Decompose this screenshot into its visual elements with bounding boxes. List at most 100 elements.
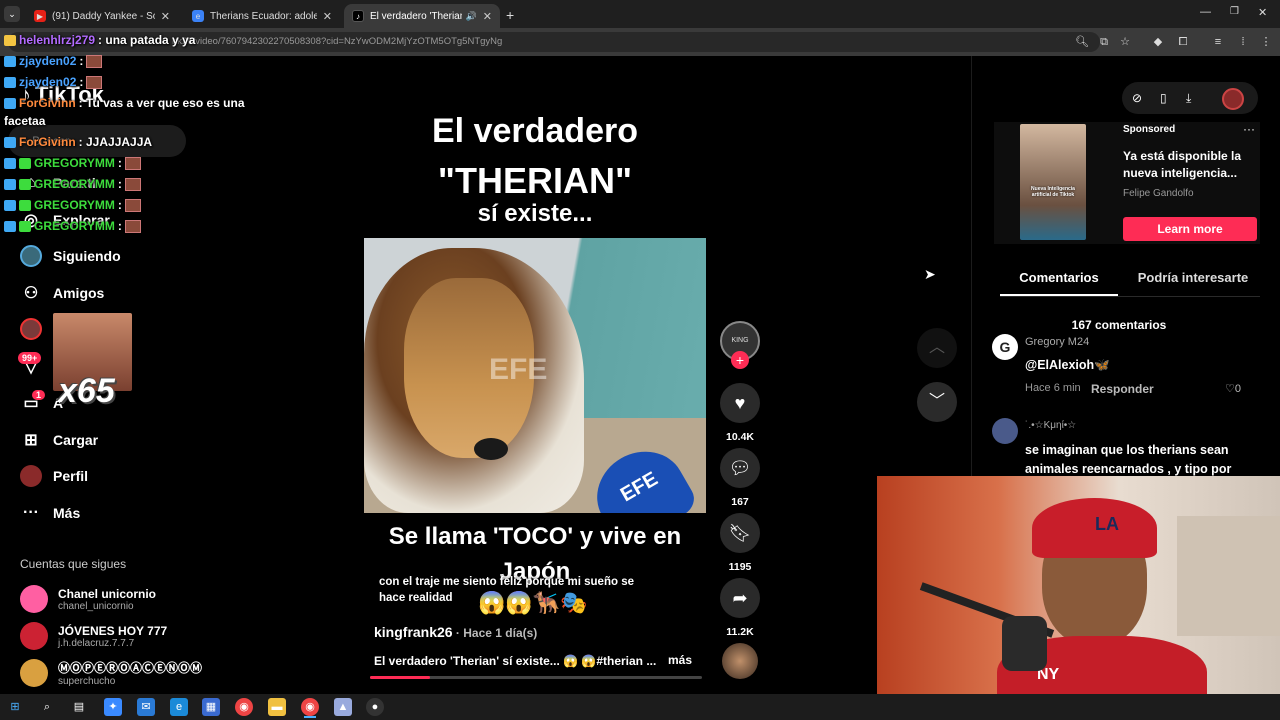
browser-tab[interactable]: ▶(91) Daddy Yankee - Somos de✕ bbox=[26, 4, 178, 28]
ad-title: Ya está disponible la nueva inteligencia… bbox=[1123, 149, 1242, 180]
progress-track[interactable] bbox=[370, 676, 702, 679]
shelf bbox=[1177, 516, 1280, 636]
chat-message: helenhlrzj279: una patada y ya bbox=[4, 33, 195, 47]
menu-icon[interactable]: ⋮ bbox=[1258, 34, 1274, 50]
emote-icon bbox=[124, 156, 141, 170]
avatar bbox=[20, 659, 48, 687]
followed-account[interactable]: JÓVENES HOY 777 j.h.delacruz.7.7.7 bbox=[20, 622, 167, 650]
nav-following[interactable]: Siguiendo bbox=[20, 245, 121, 267]
comment-like-button[interactable]: ♡0 bbox=[1225, 382, 1241, 395]
comment-user[interactable]: ˙.•☆Kμηί•☆ bbox=[1025, 420, 1076, 431]
watermark: EFE bbox=[489, 353, 548, 386]
nav-upload[interactable]: ⊞ Cargar bbox=[20, 429, 98, 451]
video-description: El verdadero 'Therian' sí existe... 😱 😱#… bbox=[374, 654, 657, 668]
tab-comments[interactable]: Comentarios bbox=[1000, 270, 1118, 285]
comment-avatar[interactable] bbox=[992, 418, 1018, 444]
comment-button[interactable]: 💬︎ 167 bbox=[720, 448, 760, 508]
chrome-active-icon[interactable]: ◉ bbox=[301, 698, 319, 716]
minimize-button[interactable]: — bbox=[1200, 6, 1211, 18]
video-subtitle-2: hace realidad bbox=[379, 592, 453, 604]
nav-friends[interactable]: ⚇ Amigos bbox=[20, 282, 105, 304]
ad-label: Sponsored bbox=[1123, 124, 1176, 135]
folder-icon[interactable]: ▬ bbox=[268, 698, 286, 716]
badge-icon bbox=[19, 178, 31, 190]
like-button[interactable]: ♥ 10.4K bbox=[720, 383, 760, 443]
learn-more-button[interactable]: Learn more bbox=[1123, 217, 1257, 241]
profile-avatar-icon[interactable] bbox=[1222, 88, 1244, 110]
save-button[interactable]: 🔖︎ 1195 bbox=[720, 513, 760, 573]
video-emoji: 😱😱🐕‍🦺🎭 bbox=[478, 590, 588, 615]
audio-icon[interactable]: 🔊 bbox=[466, 11, 477, 22]
nav-profile[interactable]: Perfil bbox=[20, 465, 88, 487]
reply-button[interactable]: Responder bbox=[1091, 382, 1154, 396]
video-author[interactable]: kingfrank26 bbox=[374, 624, 453, 640]
following-title: Cuentas que sigues bbox=[20, 557, 127, 571]
browser-tab[interactable]: eTherians Ecuador: adolescente✕ bbox=[184, 4, 340, 28]
tab-search-button[interactable]: ⌄ bbox=[4, 6, 20, 22]
emote-icon bbox=[124, 198, 141, 212]
puzzle-icon[interactable]: ⧠ bbox=[1175, 34, 1191, 50]
friends-icon: ⚇ bbox=[23, 285, 39, 302]
ad-options-icon[interactable]: ··· bbox=[1243, 122, 1255, 136]
sound-avatar[interactable] bbox=[722, 643, 758, 679]
next-video-button[interactable]: ﹀ bbox=[917, 382, 957, 422]
comment-text: se imaginan que los therians sean animal… bbox=[1025, 443, 1232, 476]
browser-tab-active[interactable]: ♪El verdadero 'Therian' sí exi🔊✕ bbox=[344, 4, 500, 28]
upload-icon: ⊞ bbox=[24, 432, 38, 449]
restore-button[interactable]: ❐ bbox=[1230, 6, 1239, 17]
share-button[interactable]: ➦ 11.2K bbox=[720, 578, 760, 638]
badge-icon bbox=[4, 136, 16, 148]
zoom-icon[interactable]: 🔍︎ bbox=[1074, 34, 1090, 50]
progress-fill bbox=[370, 676, 430, 679]
ad-thumbnail[interactable]: Nueva Inteligencia artificial de Tiktok bbox=[1020, 124, 1086, 240]
coins-icon[interactable]: ⊘ bbox=[1132, 91, 1142, 105]
nav-live[interactable] bbox=[20, 318, 53, 340]
follow-button[interactable]: + bbox=[731, 351, 749, 369]
close-icon[interactable]: ✕ bbox=[161, 10, 170, 23]
video-author-line: kingfrank26 · Hace 1 día(s) bbox=[374, 624, 538, 640]
cap-logo: LA bbox=[1095, 514, 1119, 534]
download-icon[interactable]: ⤓ bbox=[1186, 91, 1191, 106]
copilot-icon[interactable]: ✦ bbox=[104, 698, 122, 716]
badge-icon bbox=[4, 34, 16, 46]
more-link[interactable]: más bbox=[668, 653, 692, 667]
store-icon[interactable]: ▦ bbox=[202, 698, 220, 716]
right-panel bbox=[971, 56, 1280, 476]
obs-icon[interactable]: ● bbox=[366, 698, 384, 716]
comment-avatar[interactable]: G bbox=[992, 334, 1018, 360]
comment-text: @ElAlexioh🦋 bbox=[1025, 358, 1110, 372]
tab-interest[interactable]: Podría interesarte bbox=[1126, 270, 1260, 285]
comments-count: 167 comentarios bbox=[1071, 318, 1167, 332]
app-icon[interactable]: ▲ bbox=[334, 698, 352, 716]
followed-account[interactable]: ⓂⓄⓅⒺⓇⓄⒶⒸⒺⓃⓄⓂ superchucho bbox=[20, 659, 202, 687]
device-icon[interactable]: ▯ bbox=[1160, 91, 1167, 105]
windows-start-icon[interactable]: ⊞ bbox=[6, 698, 24, 716]
site-icon: e bbox=[192, 10, 204, 22]
avatar bbox=[20, 585, 48, 613]
badge-icon bbox=[4, 76, 16, 88]
badge-icon bbox=[4, 55, 16, 67]
close-icon[interactable]: ✕ bbox=[323, 10, 332, 23]
nav-more[interactable]: ··· Más bbox=[20, 502, 80, 524]
screen-icon[interactable]: ⧉ bbox=[1096, 34, 1112, 50]
mail-icon[interactable]: ✉ bbox=[137, 698, 155, 716]
previous-video-button[interactable]: ︿ bbox=[917, 328, 957, 368]
search-icon[interactable]: ⌕ bbox=[38, 698, 56, 716]
extension-icon[interactable]: ◆ bbox=[1150, 34, 1166, 50]
new-tab-button[interactable]: + bbox=[506, 7, 514, 23]
media-icon[interactable]: ≡ bbox=[1210, 34, 1226, 50]
close-window-button[interactable]: ✕ bbox=[1258, 6, 1267, 19]
star-icon[interactable]: ☆ bbox=[1117, 34, 1133, 50]
close-icon[interactable]: ✕ bbox=[483, 10, 492, 23]
tabs-divider bbox=[1000, 296, 1260, 297]
task-view-icon[interactable]: ▤ bbox=[70, 698, 88, 716]
comment-user[interactable]: Gregory M24 bbox=[1025, 336, 1089, 348]
badge-icon bbox=[4, 199, 16, 211]
chrome-icon[interactable]: ◉ bbox=[235, 698, 253, 716]
video-subtitle-1: con el traje me siento feliz porque mi s… bbox=[379, 576, 634, 588]
taskbar bbox=[0, 694, 1280, 720]
edge-icon[interactable]: e bbox=[170, 698, 188, 716]
profile-icon[interactable]: ⁞ bbox=[1235, 34, 1251, 50]
followed-account[interactable]: Chanel unicornio chanel_unicornio bbox=[20, 585, 156, 613]
chat-message: GREGORYMM: bbox=[4, 198, 141, 212]
